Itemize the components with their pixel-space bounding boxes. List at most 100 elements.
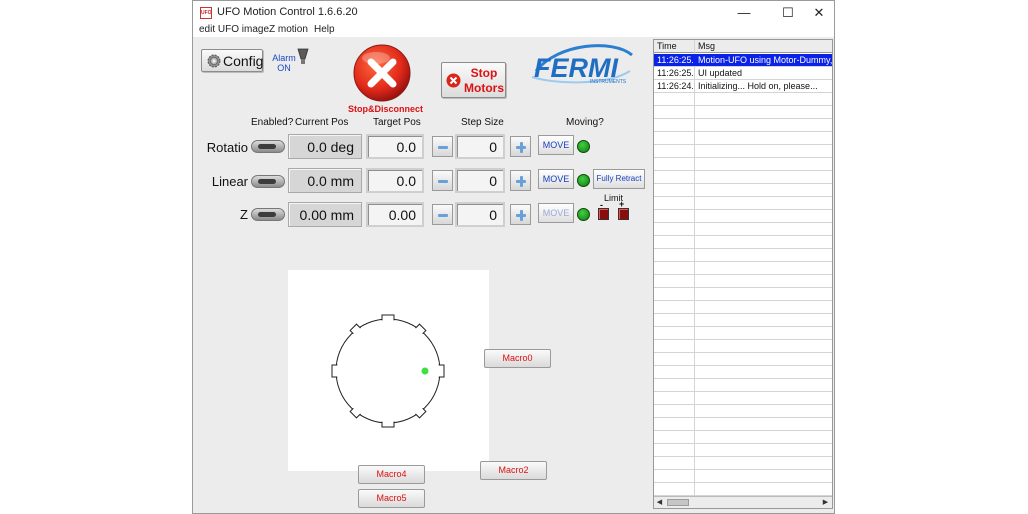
log-column-time[interactable]: Time xyxy=(654,40,695,53)
log-row-empty[interactable] xyxy=(654,314,832,327)
stop-disconnect-icon[interactable] xyxy=(351,43,413,105)
log-row[interactable]: 11:26:25. UI updated xyxy=(654,67,832,80)
log-row-empty[interactable] xyxy=(654,184,832,197)
minimize-button[interactable]: — xyxy=(729,3,759,23)
log-row-empty[interactable] xyxy=(654,483,832,496)
log-row-empty[interactable] xyxy=(654,353,832,366)
axis-name-rotation: Rotatio xyxy=(206,140,248,155)
log-row-empty[interactable] xyxy=(654,158,832,171)
move-button-rotation[interactable]: MOVE xyxy=(538,135,574,155)
step-minus-linear[interactable] xyxy=(432,170,453,191)
alarm-lamp-icon[interactable] xyxy=(297,48,309,66)
log-row-empty[interactable] xyxy=(654,106,832,119)
log-row-empty[interactable] xyxy=(654,197,832,210)
step-plus-z[interactable] xyxy=(510,204,531,225)
current-pos-z: 0.00 mm xyxy=(288,202,362,227)
scroll-left-icon[interactable]: ◀ xyxy=(654,497,665,508)
log-row-empty[interactable] xyxy=(654,457,832,470)
fermi-logo: FERMI INSTRUMENTS xyxy=(531,44,633,85)
enable-toggle-z[interactable] xyxy=(251,208,285,221)
log-time: 11:26:25. xyxy=(657,55,693,65)
log-row-empty[interactable] xyxy=(654,392,832,405)
log-row-empty[interactable] xyxy=(654,418,832,431)
step-size-z[interactable]: 0 xyxy=(455,202,505,227)
log-row-empty[interactable] xyxy=(654,249,832,262)
config-button-label: Config xyxy=(223,53,264,69)
step-plus-rotation[interactable] xyxy=(510,136,531,157)
app-window: UFO UFO Motion Control 1.6.6.20 — ☐ ✕ ed… xyxy=(192,0,835,514)
log-row-empty[interactable] xyxy=(654,236,832,249)
log-row-empty[interactable] xyxy=(654,171,832,184)
log-row[interactable]: 11:26:25. Motion-UFO using Motor-Dummy, xyxy=(654,54,832,67)
log-row-empty[interactable] xyxy=(654,288,832,301)
step-plus-linear[interactable] xyxy=(510,170,531,191)
gear-icon xyxy=(207,54,221,68)
move-button-linear[interactable]: MOVE xyxy=(538,169,574,189)
header-target-pos: Target Pos xyxy=(373,117,421,128)
moving-led-z xyxy=(577,208,590,221)
minus-icon xyxy=(438,214,448,217)
log-row-empty[interactable] xyxy=(654,340,832,353)
stop-motors-button[interactable]: Stop Motors xyxy=(441,62,506,98)
target-pos-z[interactable]: 0.00 xyxy=(366,202,424,227)
log-row-empty[interactable] xyxy=(654,210,832,223)
log-row-empty[interactable] xyxy=(654,301,832,314)
log-row-empty[interactable] xyxy=(654,379,832,392)
limit-minus-indicator xyxy=(598,208,609,220)
log-row-empty[interactable] xyxy=(654,132,832,145)
log-row[interactable]: 11:26:24. Initializing... Hold on, please… xyxy=(654,80,832,93)
title-bar[interactable]: UFO UFO Motion Control 1.6.6.20 — ☐ ✕ xyxy=(193,1,834,25)
enable-toggle-linear[interactable] xyxy=(251,175,285,188)
log-row-empty[interactable] xyxy=(654,327,832,340)
close-button[interactable]: ✕ xyxy=(804,3,834,23)
step-size-linear[interactable]: 0 xyxy=(455,168,505,193)
target-pos-rotation[interactable]: 0.0 xyxy=(366,134,424,159)
log-column-msg[interactable]: Msg xyxy=(695,40,832,53)
stop-icon xyxy=(446,73,461,88)
macro0-button[interactable]: Macro0 xyxy=(484,349,551,368)
target-pos-linear[interactable]: 0.0 xyxy=(366,168,424,193)
scroll-thumb[interactable] xyxy=(667,499,689,506)
header-step-size: Step Size xyxy=(461,117,504,128)
fully-retract-button[interactable]: Fully Retract xyxy=(593,169,645,189)
enable-toggle-rotation[interactable] xyxy=(251,140,285,153)
minus-icon xyxy=(438,146,448,149)
position-marker xyxy=(421,367,429,375)
log-row-empty[interactable] xyxy=(654,366,832,379)
log-row-empty[interactable] xyxy=(654,444,832,457)
log-message: Initializing... Hold on, please... xyxy=(698,81,818,91)
step-minus-rotation[interactable] xyxy=(432,136,453,157)
log-row-empty[interactable] xyxy=(654,119,832,132)
log-row-empty[interactable] xyxy=(654,223,832,236)
menu-edit-ufo-image[interactable]: edit UFO image xyxy=(199,24,269,35)
log-row-empty[interactable] xyxy=(654,93,832,106)
header-enabled: Enabled? xyxy=(251,117,294,128)
alarm-status: Alarm ON xyxy=(272,53,296,73)
minus-icon xyxy=(438,180,448,183)
log-panel[interactable]: Time Msg 11:26:25. Motion-UFO using Motor… xyxy=(653,39,833,509)
maximize-button[interactable]: ☐ xyxy=(773,3,803,23)
move-button-z[interactable]: MOVE xyxy=(538,203,574,223)
scroll-right-icon[interactable]: ▶ xyxy=(820,497,831,508)
log-row-empty[interactable] xyxy=(654,262,832,275)
current-pos-linear: 0.0 mm xyxy=(288,168,362,193)
macro4-button[interactable]: Macro4 xyxy=(358,465,425,484)
log-horizontal-scrollbar[interactable]: ◀ ▶ xyxy=(654,496,832,508)
macro5-button[interactable]: Macro5 xyxy=(358,489,425,508)
log-row-empty[interactable] xyxy=(654,275,832,288)
log-header: Time Msg xyxy=(654,40,832,53)
log-row-empty[interactable] xyxy=(654,405,832,418)
menu-z-motion[interactable]: Z motion xyxy=(269,24,308,35)
step-minus-z[interactable] xyxy=(432,204,453,225)
log-row-empty[interactable] xyxy=(654,431,832,444)
ufo-canvas[interactable] xyxy=(288,270,489,471)
step-size-rotation[interactable]: 0 xyxy=(455,134,505,159)
macro2-button[interactable]: Macro2 xyxy=(480,461,547,480)
axis-name-z: Z xyxy=(240,207,248,222)
ufo-disk-diagram xyxy=(331,314,445,428)
logo-subtext: INSTRUMENTS xyxy=(590,79,627,85)
log-row-empty[interactable] xyxy=(654,470,832,483)
config-button[interactable]: Config xyxy=(201,49,263,72)
log-row-empty[interactable] xyxy=(654,145,832,158)
menu-help[interactable]: Help xyxy=(314,24,335,35)
